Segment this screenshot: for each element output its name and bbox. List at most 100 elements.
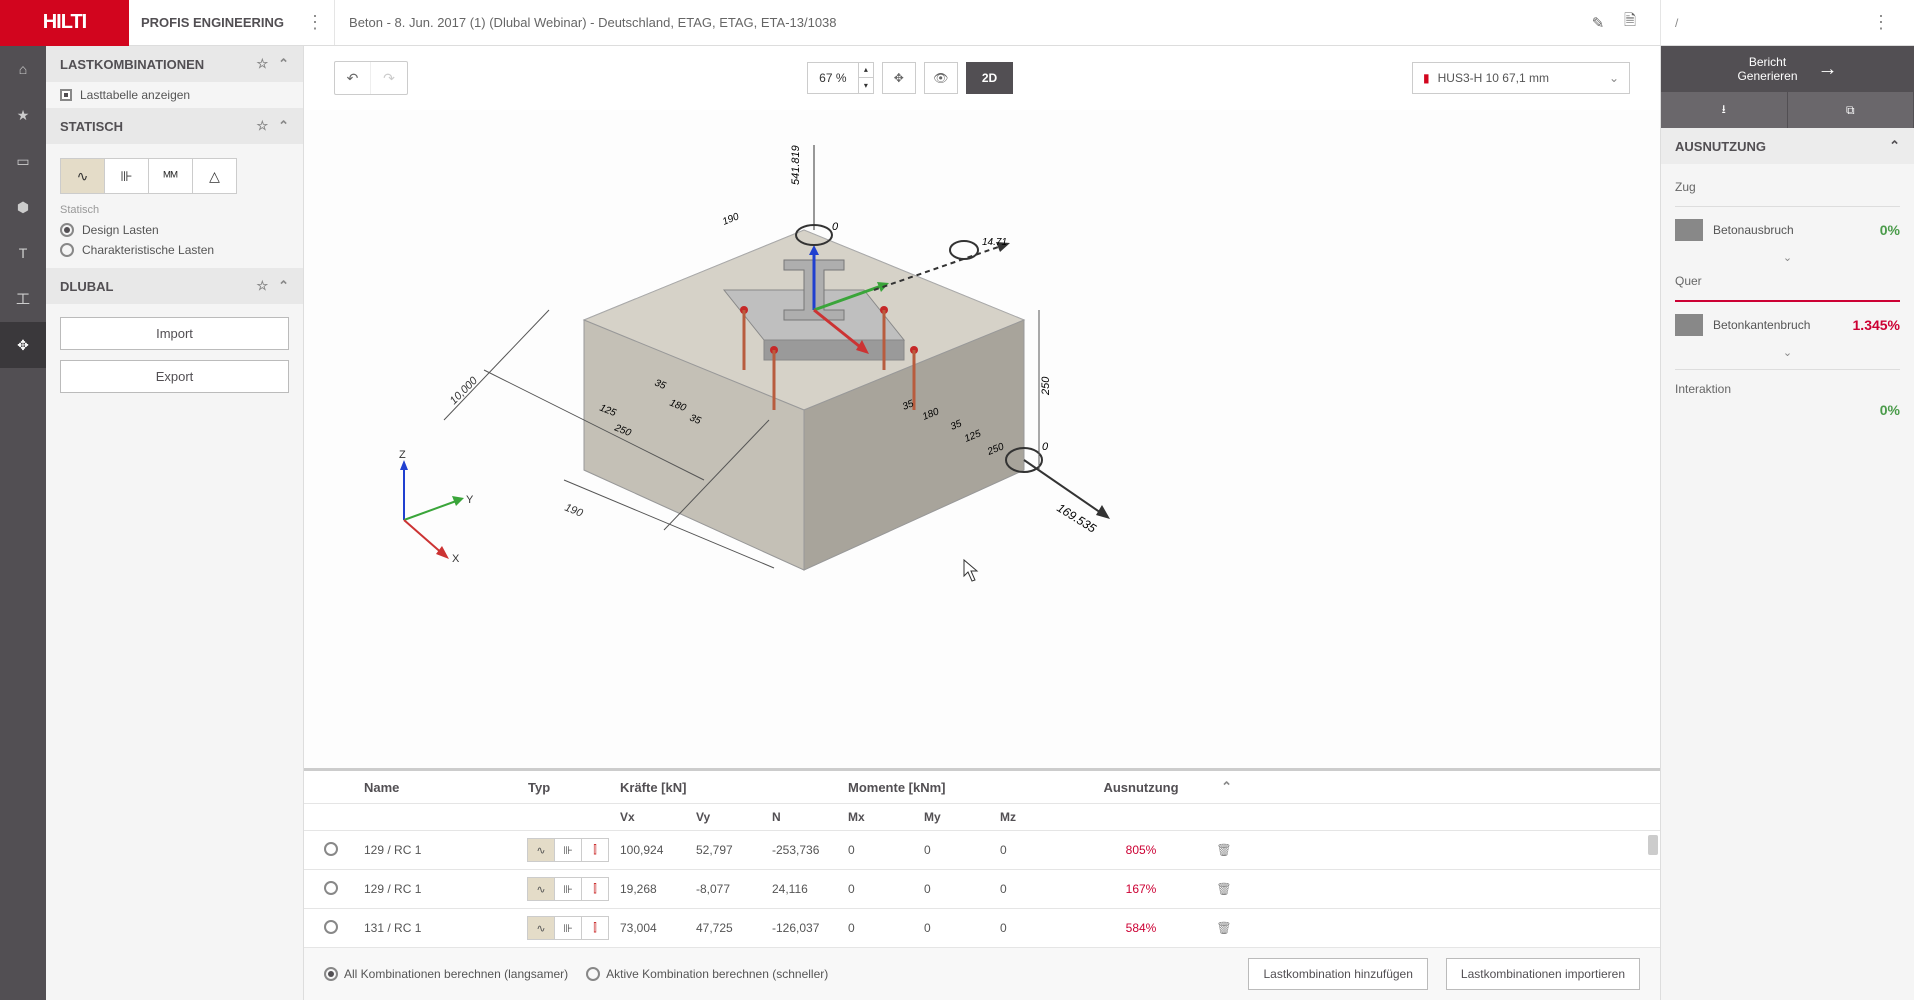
view-2d-button[interactable]: 2D bbox=[966, 62, 1013, 94]
anchor-icon: ▮ bbox=[1423, 71, 1430, 85]
model-viewport[interactable]: 10,000 190 125 250 35 180 35 250 35 180 … bbox=[304, 110, 1660, 768]
compute-all-radio[interactable]: All Kombinationen berechnen (langsamer) bbox=[324, 967, 568, 981]
rail-home-icon[interactable]: ⌂ bbox=[0, 46, 46, 92]
row-select-radio[interactable] bbox=[324, 920, 338, 934]
zoom-value[interactable]: 67 % bbox=[808, 71, 858, 85]
utilization-header[interactable]: AUSNUTZUNG ⌃ bbox=[1661, 128, 1914, 164]
delete-row-icon[interactable]: 🗑 bbox=[1206, 882, 1242, 896]
typ-static-icon[interactable]: ∿ bbox=[527, 916, 555, 940]
cell-my[interactable]: 0 bbox=[924, 843, 1000, 857]
redo-button[interactable]: ↷ bbox=[371, 62, 407, 94]
sub-mz: Mz bbox=[1000, 810, 1076, 824]
characteristic-loads-radio[interactable]: Charakteristische Lasten bbox=[60, 240, 289, 260]
add-loadcomb-button[interactable]: Lastkombination hinzufügen bbox=[1248, 958, 1427, 990]
rail-loads-icon[interactable]: ✥ bbox=[0, 322, 46, 368]
expand-tension-icon[interactable]: ⌄ bbox=[1675, 247, 1900, 268]
svg-text:250: 250 bbox=[1040, 376, 1052, 396]
generate-report-button[interactable]: Bericht Generieren → bbox=[1661, 46, 1914, 92]
row-select-radio[interactable] bbox=[324, 842, 338, 856]
star-icon[interactable]: ☆ bbox=[256, 278, 268, 294]
zoom-in-button[interactable]: ▴ bbox=[859, 62, 873, 78]
cell-mx[interactable]: 0 bbox=[848, 882, 924, 896]
delete-row-icon[interactable]: 🗑 bbox=[1206, 921, 1242, 935]
cell-vy[interactable]: 52,797 bbox=[696, 843, 772, 857]
rail-block-icon[interactable]: ▭ bbox=[0, 138, 46, 184]
cell-mz[interactable]: 0 bbox=[1000, 882, 1076, 896]
cell-vx[interactable]: 19,268 bbox=[620, 882, 696, 896]
cell-n[interactable]: 24,116 bbox=[772, 882, 848, 896]
breadcrumb: Beton - 8. Jun. 2017 (1) (Dlubal Webinar… bbox=[349, 15, 1582, 30]
import-loadcomb-button[interactable]: Lastkombinationen importieren bbox=[1446, 958, 1640, 990]
collapse-table-icon[interactable]: ⌃ bbox=[1206, 779, 1246, 795]
cell-mx[interactable]: 0 bbox=[848, 921, 924, 935]
typ-seismic-icon[interactable]: ⊪ bbox=[554, 877, 582, 901]
delete-row-icon[interactable]: 🗑 bbox=[1206, 843, 1242, 857]
tab-copy-icon[interactable]: ⧉ bbox=[1788, 92, 1914, 128]
row-name: 129 / RC 1 bbox=[358, 843, 528, 857]
loadtype-seismic-button[interactable]: ⊪ bbox=[104, 158, 149, 194]
star-icon[interactable]: ☆ bbox=[256, 118, 268, 134]
visibility-button[interactable]: 👁 bbox=[924, 62, 958, 94]
chevron-up-icon[interactable]: ⌃ bbox=[278, 118, 289, 134]
show-table-label: Lasttabelle anzeigen bbox=[80, 88, 190, 102]
typ-chart-icon[interactable]: ⫿ bbox=[581, 916, 609, 940]
loadtype-fire-button[interactable]: △ bbox=[192, 158, 237, 194]
table-row[interactable]: 129 / RC 1∿⊪⫿100,92452,797-253,736000805… bbox=[304, 831, 1660, 870]
chevron-up-icon[interactable]: ⌃ bbox=[278, 56, 289, 72]
more-menu-icon[interactable]: ⋮ bbox=[296, 12, 334, 33]
loadtype-fatigue-button[interactable]: ᴹᴹ bbox=[148, 158, 193, 194]
loadtype-static-button[interactable]: ∿ bbox=[60, 158, 105, 194]
fit-view-button[interactable]: ✥ bbox=[882, 62, 916, 94]
section-dlubal-header[interactable]: DLUBAL ☆⌃ bbox=[46, 268, 303, 304]
interaction-label: Interaktion bbox=[1675, 376, 1900, 402]
edit-icon[interactable]: ✎ bbox=[1582, 14, 1614, 32]
anchor-product-dropdown[interactable]: ▮ HUS3-H 10 67,1 mm ⌄ bbox=[1412, 62, 1630, 94]
expand-shear-icon[interactable]: ⌄ bbox=[1675, 342, 1900, 363]
radio-label: Design Lasten bbox=[82, 223, 159, 237]
svg-text:0: 0 bbox=[832, 221, 839, 233]
section-static-header[interactable]: STATISCH ☆⌃ bbox=[46, 108, 303, 144]
cell-vy[interactable]: 47,725 bbox=[696, 921, 772, 935]
cell-vy[interactable]: -8,077 bbox=[696, 882, 772, 896]
typ-static-icon[interactable]: ∿ bbox=[527, 877, 555, 901]
cell-vx[interactable]: 100,924 bbox=[620, 843, 696, 857]
col-moments-header: Momente [kNm] bbox=[848, 780, 1076, 795]
zoom-out-button[interactable]: ▾ bbox=[859, 78, 873, 94]
chevron-up-icon[interactable]: ⌃ bbox=[278, 278, 289, 294]
rail-profile-icon[interactable]: ⼯ bbox=[0, 276, 46, 322]
cell-my[interactable]: 0 bbox=[924, 921, 1000, 935]
cell-mz[interactable]: 0 bbox=[1000, 921, 1076, 935]
right-more-icon[interactable]: ⋮ bbox=[1862, 12, 1900, 33]
design-loads-radio[interactable]: Design Lasten bbox=[60, 220, 289, 240]
section-loadcomb-header[interactable]: LASTKOMBINATIONEN ☆⌃ bbox=[46, 46, 303, 82]
import-button[interactable]: Import bbox=[60, 317, 289, 350]
table-row[interactable]: 129 / RC 1∿⊪⫿19,268-8,07724,116000167%🗑 bbox=[304, 870, 1660, 909]
cell-mx[interactable]: 0 bbox=[848, 843, 924, 857]
table-row[interactable]: 131 / RC 1∿⊪⫿73,00447,725-126,037000584%… bbox=[304, 909, 1660, 948]
star-icon[interactable]: ☆ bbox=[256, 56, 268, 72]
cell-my[interactable]: 0 bbox=[924, 882, 1000, 896]
rail-tool-icon[interactable]: T bbox=[0, 230, 46, 276]
typ-chart-icon[interactable]: ⫿ bbox=[581, 877, 609, 901]
row-select-radio[interactable] bbox=[324, 881, 338, 895]
typ-seismic-icon[interactable]: ⊪ bbox=[554, 916, 582, 940]
typ-seismic-icon[interactable]: ⊪ bbox=[554, 838, 582, 862]
cell-vx[interactable]: 73,004 bbox=[620, 921, 696, 935]
rail-star-icon[interactable]: ★ bbox=[0, 92, 46, 138]
chevron-up-icon[interactable]: ⌃ bbox=[1889, 138, 1900, 154]
undo-button[interactable]: ↶ bbox=[335, 62, 371, 94]
compute-active-radio[interactable]: Aktive Kombination berechnen (schneller) bbox=[586, 967, 828, 981]
document-icon[interactable]: 🗎 bbox=[1614, 10, 1646, 35]
rail-anchor-icon[interactable]: ⬢ bbox=[0, 184, 46, 230]
cell-n[interactable]: -126,037 bbox=[772, 921, 848, 935]
table-scrollbar[interactable] bbox=[1648, 835, 1658, 855]
cell-n[interactable]: -253,736 bbox=[772, 843, 848, 857]
typ-chart-icon[interactable]: ⫿ bbox=[581, 838, 609, 862]
tab-download-icon[interactable]: ⭳ bbox=[1661, 92, 1788, 128]
row-name: 131 / RC 1 bbox=[358, 921, 528, 935]
arrow-right-icon: → bbox=[1818, 58, 1838, 81]
show-loadtable-checkbox[interactable]: Lasttabelle anzeigen bbox=[46, 82, 303, 108]
export-button[interactable]: Export bbox=[60, 360, 289, 393]
cell-mz[interactable]: 0 bbox=[1000, 843, 1076, 857]
typ-static-icon[interactable]: ∿ bbox=[527, 838, 555, 862]
